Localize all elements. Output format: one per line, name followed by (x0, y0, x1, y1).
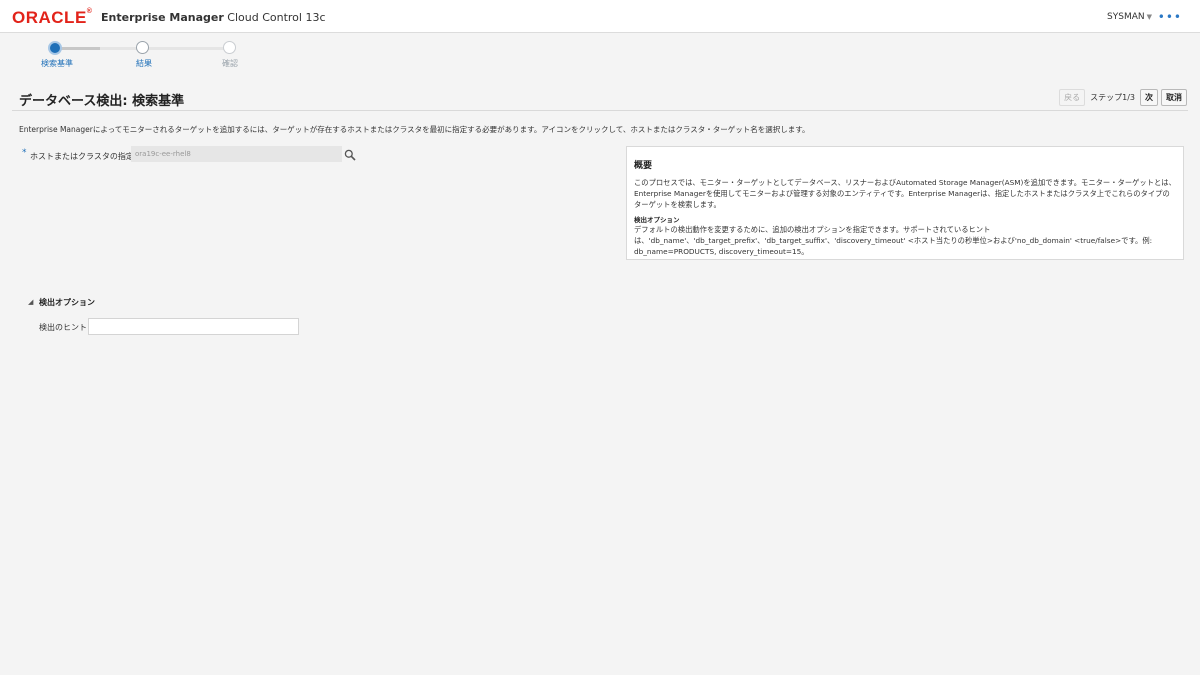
page-title: データベース検出: 検索基準 (19, 94, 185, 109)
host-input[interactable]: ora19c-ee-rhel8 (131, 146, 342, 162)
train-stop-results[interactable] (136, 41, 149, 54)
train-label-search-criteria[interactable]: 検索基準 (41, 58, 73, 69)
train-label-confirm: 確認 (222, 59, 238, 68)
collapse-triangle-icon[interactable]: ◢ (28, 298, 33, 306)
train-stop-search-criteria[interactable] (48, 41, 62, 55)
overview-options-heading: 検出オプション (634, 216, 680, 224)
user-menu[interactable]: SYSMAN ▼ (1107, 12, 1152, 22)
process-train: 検索基準 結果 確認 (0, 33, 1200, 73)
back-button[interactable]: 戻る (1059, 89, 1086, 106)
product-name: Enterprise Manager Cloud Control 13c (101, 11, 326, 24)
overview-title: 概要 (634, 161, 653, 171)
discovery-hint-input[interactable] (88, 318, 299, 335)
discovery-options-header[interactable]: 検出オプション (39, 297, 95, 308)
overview-panel: 概要 このプロセスでは、モニター・ターゲットとしてデータベース、リスナーおよびA… (626, 146, 1184, 260)
caret-down-icon: ▼ (1146, 13, 1152, 21)
search-icon[interactable] (344, 149, 356, 161)
train-label-results[interactable]: 結果 (136, 58, 152, 69)
top-bar: ORACLE® Enterprise Manager Cloud Control… (0, 0, 1200, 33)
required-marker: * (22, 148, 27, 158)
discovery-hint-label: 検出のヒント (39, 323, 87, 332)
train-stop-confirm (223, 41, 236, 54)
host-field-label: ホストまたはクラスタの指定 (30, 152, 134, 161)
train-track-progress (60, 47, 100, 50)
overview-options-body: デフォルトの検出動作を変更するために、追加の検出オプションを指定できます。サポー… (634, 225, 1153, 256)
header-divider (12, 110, 1188, 111)
step-indicator: ステップ1/3 (1090, 93, 1135, 102)
oracle-logo[interactable]: ORACLE® (12, 8, 92, 28)
ellipsis-icon[interactable]: ••• (1158, 10, 1182, 24)
wizard-navigation: 戻る ステップ1/3 次 取消 (1059, 89, 1187, 106)
next-button[interactable]: 次 (1140, 89, 1158, 106)
page-description: Enterprise Managerによってモニターされるターゲットを追加するに… (19, 125, 810, 134)
cancel-button[interactable]: 取消 (1161, 89, 1187, 106)
overview-body: このプロセスでは、モニター・ターゲットとしてデータベース、リスナーおよびAuto… (634, 178, 1176, 209)
